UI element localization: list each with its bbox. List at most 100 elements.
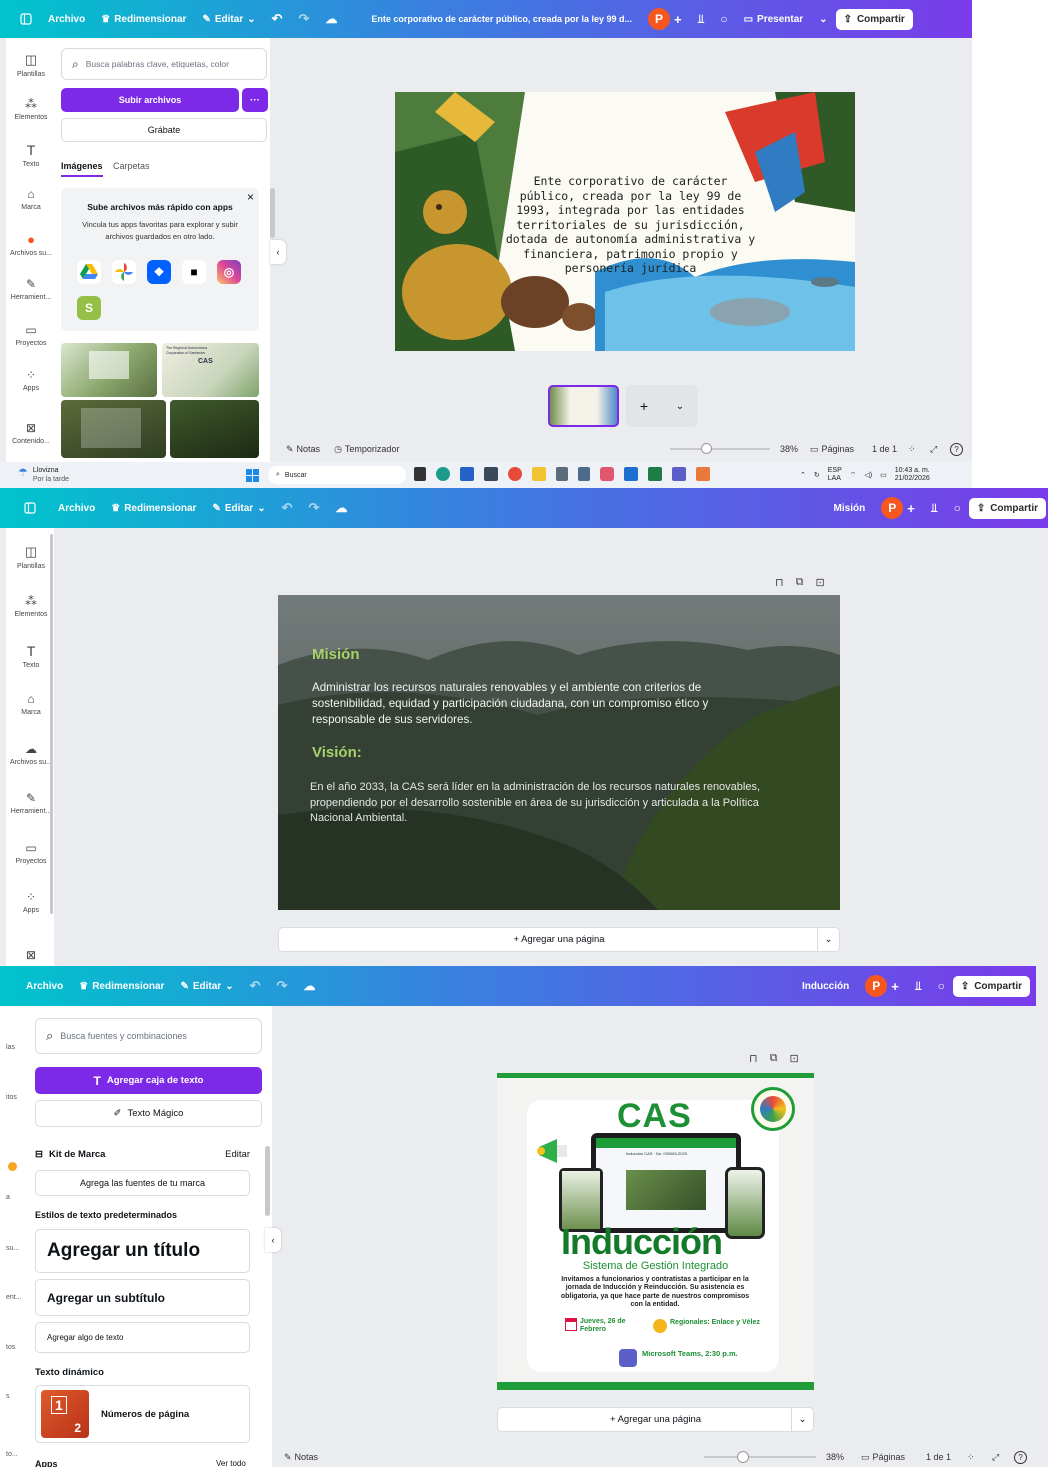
tab-images[interactable]: Imágenes xyxy=(61,161,103,177)
rail-label[interactable]: las xyxy=(6,1044,15,1051)
chevron-down-icon[interactable]: ⌄ xyxy=(676,401,684,412)
cloud-save-icon[interactable]: ☁ xyxy=(295,979,323,993)
rail-item-texto[interactable]: T Texto xyxy=(6,142,56,168)
collapse-panel-button[interactable]: ‹ xyxy=(265,1228,281,1252)
upload-thumbnail[interactable] xyxy=(170,400,259,458)
rail-item-proyectos[interactable]: ▭ Proyectos xyxy=(6,841,56,865)
battery-icon[interactable]: ▭ xyxy=(880,471,887,479)
upload-more-button[interactable]: ··· xyxy=(242,88,268,112)
grid-view-icon[interactable]: ⁘ xyxy=(908,444,916,455)
zoom-level[interactable]: 38% xyxy=(780,444,798,454)
present-options-chevron[interactable]: ⌄ xyxy=(811,14,835,25)
see-all-link[interactable]: Ver todo xyxy=(216,1459,246,1467)
chrome-icon[interactable] xyxy=(508,467,522,481)
task-view-icon[interactable] xyxy=(414,467,426,481)
weather-widget[interactable]: ☂ Lloviznа Por la tarde xyxy=(18,466,69,484)
edit-menu[interactable]: ✎ Editar ⌄ xyxy=(204,503,273,514)
document-title[interactable]: Misión xyxy=(826,503,874,514)
add-subtitle-button[interactable]: Agregar un subtítulo xyxy=(35,1279,250,1316)
rail-item-contenido[interactable]: ⊠ xyxy=(6,948,56,962)
rail-item-plantillas[interactable]: ◫ Plantillas xyxy=(6,52,56,78)
file-menu[interactable]: Archivo xyxy=(40,14,93,25)
undo-button[interactable]: ↶ xyxy=(264,11,291,27)
fullscreen-icon[interactable]: ⤢ xyxy=(930,444,937,455)
document-title[interactable]: Inducción xyxy=(794,981,857,992)
zoom-slider[interactable] xyxy=(704,1456,816,1458)
page-numbers-button[interactable]: 1 2 Números de página xyxy=(35,1385,250,1443)
resize-menu[interactable]: ♛ Redimensionar xyxy=(71,981,172,992)
cloud-save-icon[interactable]: ☁ xyxy=(317,12,345,26)
notes-button[interactable]: ✎ Notas xyxy=(286,444,320,455)
undo-button[interactable]: ↶ xyxy=(242,978,269,994)
resize-menu[interactable]: ♛ Redimensionar xyxy=(93,14,194,25)
edit-menu[interactable]: ✎ Editar ⌄ xyxy=(194,14,263,25)
paint-icon[interactable] xyxy=(600,467,614,481)
add-body-text-button[interactable]: Agregar algo de texto xyxy=(35,1322,250,1353)
help-button[interactable]: ? xyxy=(1014,1450,1027,1464)
taskbar-search[interactable]: ⌕ Buscar xyxy=(268,466,406,484)
fullscreen-icon[interactable]: ⤢ xyxy=(992,1452,999,1463)
fonts-search-input[interactable]: ⌕ Busca fuentes y combinaciones xyxy=(35,1018,262,1054)
user-avatar[interactable]: P + xyxy=(873,497,923,519)
add-page-button[interactable]: + xyxy=(640,398,648,414)
brand-fonts-button[interactable]: Agrega las fuentes de tu marca xyxy=(35,1170,250,1196)
calculator-icon[interactable] xyxy=(556,467,568,481)
rail-item-apps[interactable]: ⁘ Apps xyxy=(6,368,56,392)
document-title[interactable]: Ente corporativo de carácter público, cr… xyxy=(363,14,640,24)
user-avatar[interactable]: P + xyxy=(857,975,907,997)
dropbox-icon[interactable]: ❖ xyxy=(147,260,171,284)
chevron-down-icon[interactable]: ⌄ xyxy=(791,1408,813,1431)
rail-label[interactable]: itos xyxy=(6,1094,17,1101)
rail-item-plantillas[interactable]: ◫ Plantillas xyxy=(6,544,56,570)
rail-item-marca[interactable]: ⌂ Marca xyxy=(6,692,56,716)
user-avatar[interactable]: P + xyxy=(640,8,690,30)
redo-button[interactable]: ↷ xyxy=(268,978,295,994)
rail-item-texto[interactable]: T Texto xyxy=(6,643,56,669)
store-icon[interactable] xyxy=(460,467,474,481)
upload-thumbnail[interactable] xyxy=(61,400,166,458)
tray-refresh-icon[interactable]: ↻ xyxy=(814,471,820,479)
rail-item-archivos[interactable]: ☁ Archivos su... xyxy=(6,742,56,766)
add-page-icon[interactable]: ⊡ xyxy=(789,1052,798,1065)
magic-text-button[interactable]: ✐ Texto Mágico xyxy=(35,1100,262,1127)
page-thumbnail[interactable] xyxy=(548,385,619,427)
teams-icon[interactable] xyxy=(672,467,686,481)
design-slide[interactable]: CAS Inducción CAS · No. 000083-2025 Indu… xyxy=(497,1073,814,1390)
rail-label[interactable]: a xyxy=(6,1194,10,1201)
rail-item-proyectos[interactable]: ▭ Proyectos xyxy=(6,323,56,347)
panel-scrollbar[interactable] xyxy=(265,1146,270,1216)
language-indicator[interactable]: ESP LAA xyxy=(828,467,842,483)
rail-label[interactable]: tos xyxy=(6,1344,15,1351)
add-page-button[interactable]: + Agregar una página ⌄ xyxy=(278,927,840,952)
add-page-control[interactable]: + ⌄ xyxy=(626,385,698,427)
notes-button[interactable]: ✎ Notas xyxy=(284,1452,318,1463)
panel-scrollbar[interactable] xyxy=(270,188,275,238)
add-textbox-button[interactable]: T Agregar caja de texto xyxy=(35,1067,262,1094)
collapse-panel-button[interactable]: ‹ xyxy=(270,240,286,264)
zoom-slider[interactable] xyxy=(670,448,770,450)
design-slide[interactable]: Misión Administrar los recursos naturale… xyxy=(278,595,840,910)
rail-scrollbar[interactable] xyxy=(50,534,53,914)
record-yourself-button[interactable]: Grábate xyxy=(61,118,267,142)
clock[interactable]: 10:43 a. m. 21/02/2026 xyxy=(895,467,930,483)
notepad-icon[interactable] xyxy=(578,467,590,481)
add-page-icon[interactable]: ⊡ xyxy=(815,576,824,589)
insights-icon[interactable]: ⫫ xyxy=(923,501,946,516)
volume-icon[interactable]: ◁) xyxy=(864,471,872,479)
timer-button[interactable]: ◷ Temporizador xyxy=(334,444,399,455)
instagram-icon[interactable]: ◎ xyxy=(217,260,241,284)
upload-files-button[interactable]: Subir archivos xyxy=(61,88,239,112)
comment-icon[interactable]: ○ xyxy=(946,501,969,515)
powerpoint-icon[interactable] xyxy=(696,467,710,481)
rail-label[interactable]: ent... xyxy=(6,1294,22,1301)
share-button[interactable]: ⇪ Compartir xyxy=(952,975,1030,997)
pages-button[interactable]: ▭ Páginas xyxy=(861,1452,905,1463)
rail-item-archivos[interactable]: ● Archivos su... xyxy=(6,232,56,257)
file-explorer-icon[interactable] xyxy=(532,467,546,481)
edit-menu[interactable]: ✎ Editar ⌄ xyxy=(172,981,241,992)
rail-item-contenido[interactable]: ⊠ Contenido... xyxy=(6,421,56,445)
rail-item-elementos[interactable]: ⁂ Elementos xyxy=(6,594,56,618)
edge-icon[interactable] xyxy=(436,467,450,481)
tray-chevron-icon[interactable]: ⌃ xyxy=(800,471,806,479)
upload-thumbnail[interactable]: The Regional Autonomous Corporation of S… xyxy=(162,343,259,397)
